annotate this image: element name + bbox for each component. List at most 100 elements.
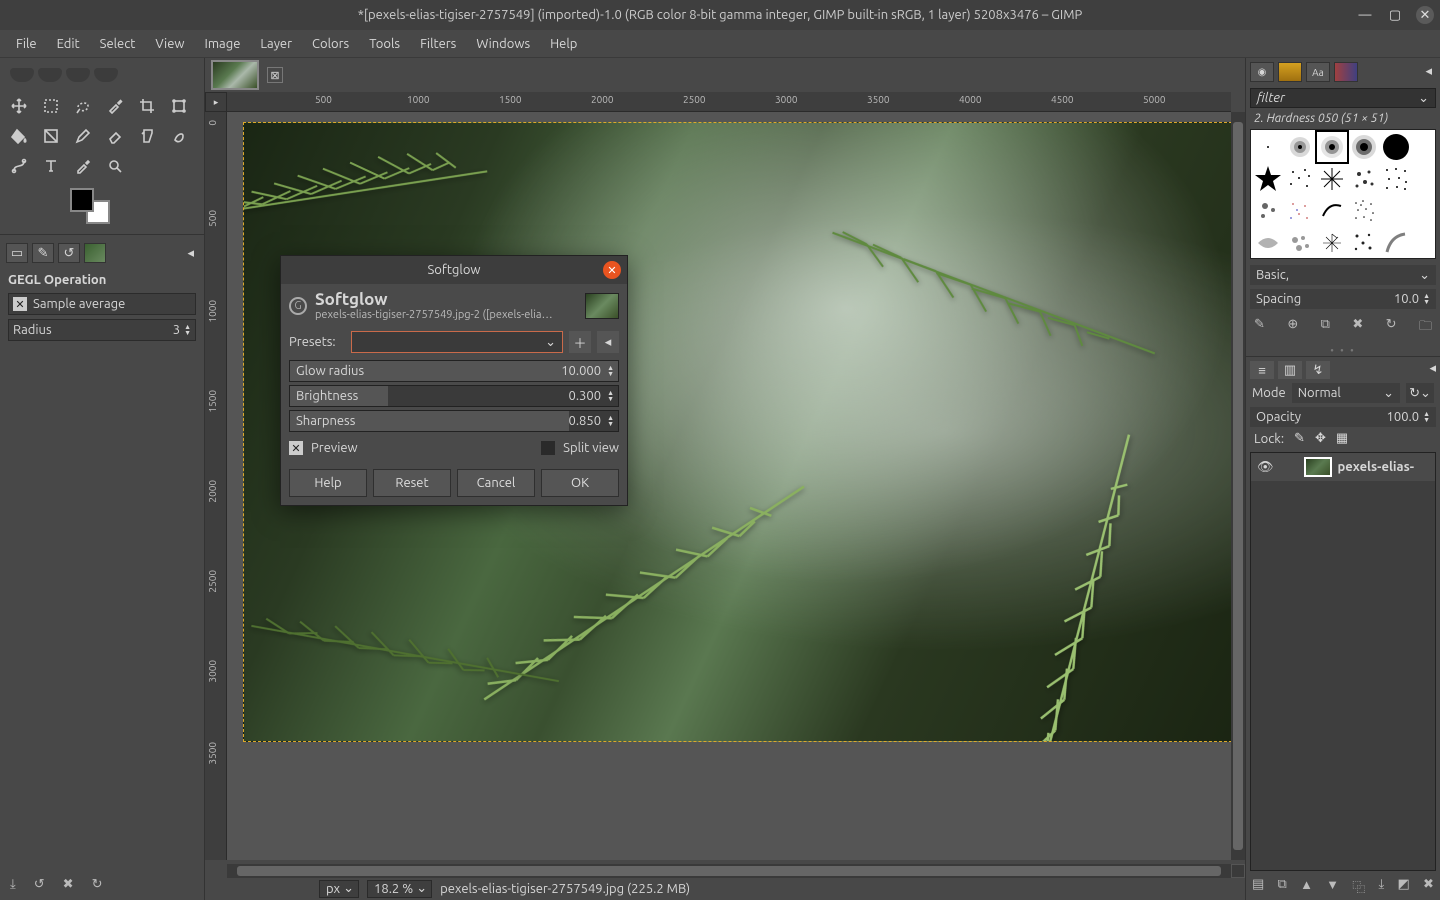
status-zoom-select[interactable]: 18.2 %: [367, 880, 432, 898]
tool-smudge[interactable]: [166, 124, 192, 148]
menu-file[interactable]: File: [8, 33, 45, 55]
brush-grid[interactable]: [1250, 129, 1436, 259]
preset-add-button[interactable]: ＋: [569, 331, 591, 353]
refresh-brush-icon[interactable]: ↻: [1386, 317, 1397, 339]
edit-brush-icon[interactable]: ✎: [1254, 317, 1265, 339]
mode-reset-button[interactable]: ↻⌄: [1406, 383, 1434, 403]
menu-view[interactable]: View: [147, 33, 192, 55]
menu-image[interactable]: Image: [197, 33, 249, 55]
tool-crop[interactable]: [134, 94, 160, 118]
delete-tool-preset-icon[interactable]: ✖: [63, 877, 74, 892]
save-tool-preset-icon[interactable]: ⤓: [10, 877, 16, 892]
ok-button[interactable]: OK: [541, 469, 619, 497]
dialog-preview-thumb[interactable]: [585, 293, 619, 319]
menu-colors[interactable]: Colors: [304, 33, 357, 55]
radius-down[interactable]: ▼: [184, 330, 191, 336]
presets-combo[interactable]: ⌄: [351, 331, 563, 353]
opacity-slider[interactable]: Opacity 100.0 ▲▼: [1250, 407, 1436, 427]
document-tab-thumb[interactable]: [211, 60, 259, 90]
brightness-slider[interactable]: Brightness 0.300 ▲▼: [289, 385, 619, 407]
navigation-button[interactable]: [1231, 864, 1245, 878]
blend-mode-select[interactable]: Normal ⌄: [1292, 383, 1400, 403]
brush-preset-group-select[interactable]: Basic, ⌄: [1250, 265, 1436, 285]
duplicate-brush-icon[interactable]: ⧉: [1321, 317, 1330, 339]
tool-zoom[interactable]: [102, 154, 128, 178]
open-brush-folder-icon[interactable]: 🗀: [1419, 317, 1432, 339]
reset-button[interactable]: Reset: [373, 469, 451, 497]
layers-tab[interactable]: ≡: [1250, 361, 1274, 379]
menu-filters[interactable]: Filters: [412, 33, 464, 55]
sample-average-checkbox[interactable]: ✕: [13, 297, 27, 311]
dock-menu-arrow[interactable]: ◂: [183, 246, 198, 261]
spacing-down[interactable]: ▼: [1423, 299, 1430, 305]
window-minimize-button[interactable]: —: [1356, 6, 1374, 24]
tool-text[interactable]: [38, 154, 64, 178]
lock-position-icon[interactable]: ✥: [1315, 431, 1326, 446]
channels-tab[interactable]: ▥: [1278, 361, 1302, 379]
delete-brush-icon[interactable]: ✖: [1352, 317, 1363, 339]
menu-help[interactable]: Help: [542, 33, 585, 55]
tool-gradient[interactable]: [38, 124, 64, 148]
lock-pixels-icon[interactable]: ✎: [1294, 431, 1305, 446]
menu-layer[interactable]: Layer: [252, 33, 300, 55]
history-tab[interactable]: [1334, 62, 1358, 82]
glow-radius-down[interactable]: ▼: [607, 371, 614, 377]
tool-path[interactable]: [6, 154, 32, 178]
layer-name[interactable]: pexels-elias-: [1338, 460, 1414, 474]
ruler-horizontal[interactable]: 500 1000 1500 2000 2500 3000 3500 4000 4…: [227, 92, 1231, 112]
color-swatches[interactable]: [70, 188, 110, 224]
new-brush-icon[interactable]: ⊕: [1287, 317, 1298, 339]
preview-checkbox[interactable]: ✕: [289, 441, 303, 455]
paths-tab[interactable]: ↯: [1306, 361, 1330, 379]
glow-radius-slider[interactable]: Glow radius 10.000 ▲▼: [289, 360, 619, 382]
brushes-tab[interactable]: ◉: [1250, 62, 1274, 82]
undo-history-tab[interactable]: ↺: [58, 243, 80, 263]
document-tab-close[interactable]: ⊠: [267, 67, 283, 83]
ruler-vertical[interactable]: 0 500 1000 1500 2000 2500 3000 3500: [205, 112, 227, 860]
sharpness-down[interactable]: ▼: [607, 421, 614, 427]
dialog-close-button[interactable]: ✕: [603, 261, 621, 279]
cancel-button[interactable]: Cancel: [457, 469, 535, 497]
layer-thumbnail[interactable]: [1304, 457, 1332, 477]
mask-layer-icon[interactable]: ◩: [1398, 877, 1410, 896]
tool-color-picker[interactable]: [70, 154, 96, 178]
radius-option[interactable]: Radius 3 ▲▼: [8, 319, 196, 341]
images-tab[interactable]: [84, 243, 106, 263]
sample-average-option[interactable]: ✕ Sample average: [8, 293, 196, 315]
tool-pencil[interactable]: [70, 124, 96, 148]
tool-bucket-fill[interactable]: [6, 124, 32, 148]
tool-options-tab[interactable]: ▭: [6, 243, 28, 263]
tool-eraser[interactable]: [102, 124, 128, 148]
delete-layer-icon[interactable]: ✖: [1423, 877, 1434, 896]
foreground-color-swatch[interactable]: [70, 188, 94, 212]
lower-layer-icon[interactable]: ▼: [1326, 877, 1339, 896]
tool-rect-select[interactable]: [38, 94, 64, 118]
help-button[interactable]: Help: [289, 469, 367, 497]
scrollbar-vertical[interactable]: [1231, 112, 1245, 860]
reset-tool-preset-icon[interactable]: ↻: [92, 877, 103, 892]
tool-unified-transform[interactable]: [166, 94, 192, 118]
layers-dock-menu-arrow[interactable]: ◂: [1429, 361, 1436, 379]
ruler-origin[interactable]: ▸: [205, 92, 227, 112]
fonts-tab[interactable]: Aa: [1306, 62, 1330, 82]
brush-spacing-field[interactable]: Spacing 10.0 ▲▼: [1250, 289, 1436, 309]
menu-select[interactable]: Select: [92, 33, 144, 55]
new-layer-icon[interactable]: ▤: [1252, 877, 1264, 896]
layer-item[interactable]: 👁 pexels-elias-: [1251, 453, 1435, 481]
brightness-down[interactable]: ▼: [607, 396, 614, 402]
patterns-tab[interactable]: [1278, 62, 1302, 82]
split-view-checkbox[interactable]: [541, 441, 555, 455]
tool-move[interactable]: [6, 94, 32, 118]
duplicate-layer-icon[interactable]: ⿻: [1352, 877, 1365, 896]
window-maximize-button[interactable]: ▢: [1386, 6, 1404, 24]
layer-visibility-icon[interactable]: 👁: [1257, 460, 1274, 475]
raise-layer-icon[interactable]: ▲: [1300, 877, 1313, 896]
status-unit-select[interactable]: px: [319, 880, 359, 898]
tool-fuzzy-select[interactable]: [102, 94, 128, 118]
right-dock-menu-arrow[interactable]: ◂: [1421, 62, 1436, 82]
menu-edit[interactable]: Edit: [49, 33, 88, 55]
new-layer-group-icon[interactable]: ⧉: [1278, 877, 1287, 896]
menu-tools[interactable]: Tools: [361, 33, 408, 55]
opacity-down[interactable]: ▼: [1423, 417, 1430, 423]
sharpness-slider[interactable]: Sharpness 0.850 ▲▼: [289, 410, 619, 432]
